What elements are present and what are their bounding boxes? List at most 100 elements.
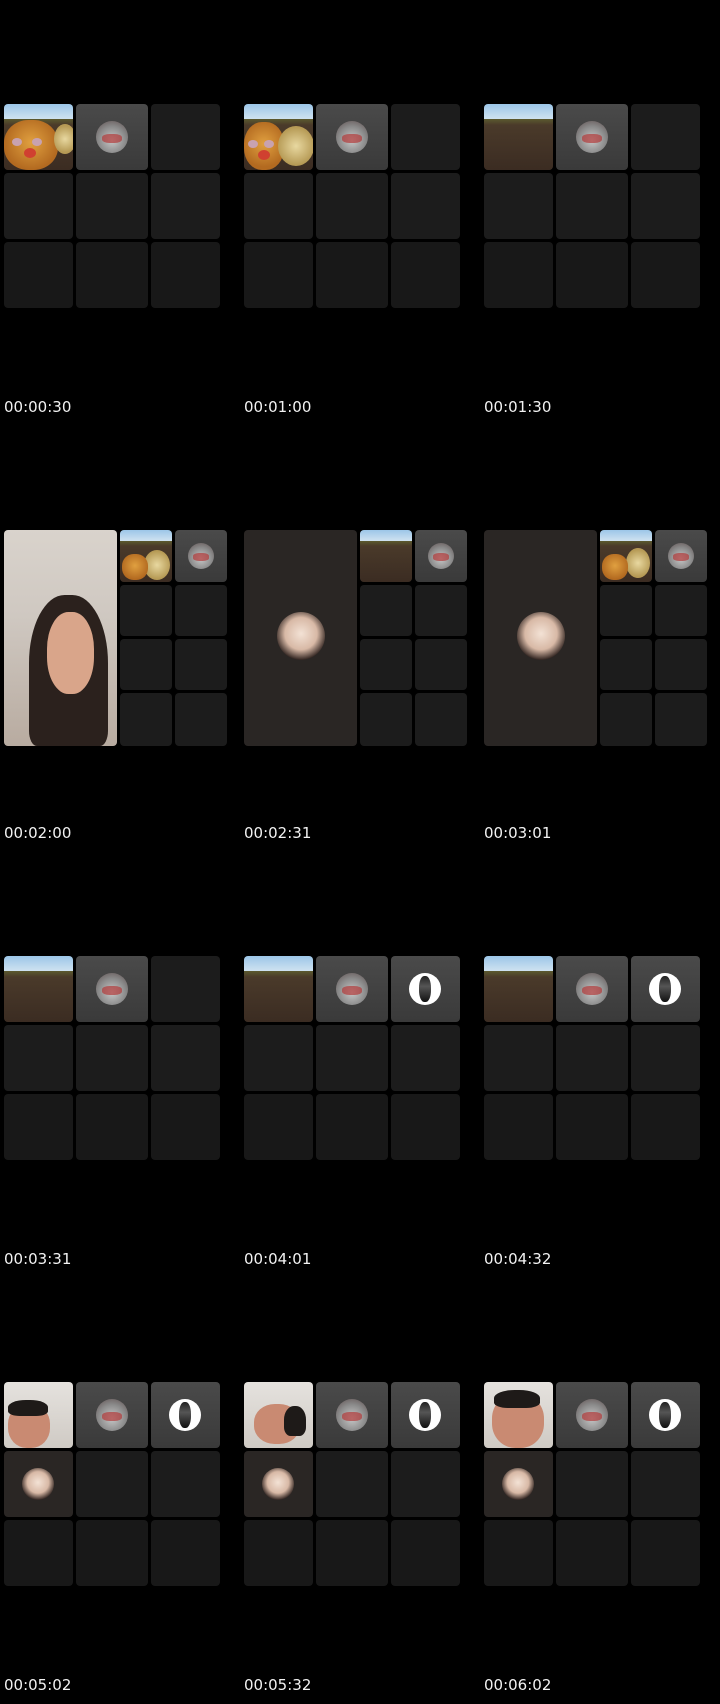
call-grid [4, 104, 238, 320]
participant-tile[interactable] [316, 1382, 388, 1448]
participant-tile-game[interactable] [244, 956, 313, 1022]
empty-tile [391, 173, 460, 239]
avatar-icon [169, 1399, 201, 1431]
participant-tile-speaker[interactable] [484, 530, 597, 746]
participant-tile-game[interactable] [600, 530, 652, 582]
empty-tile [556, 1025, 628, 1091]
empty-tile [360, 693, 412, 746]
timestamp: 00:00:30 [4, 398, 72, 416]
empty-tile [391, 242, 460, 308]
frame-4: 00:02:00 [0, 426, 240, 852]
avatar-icon [336, 1399, 368, 1431]
avatar-icon [96, 973, 128, 1005]
empty-tile [4, 1025, 73, 1091]
participant-tile[interactable] [556, 1382, 628, 1448]
empty-tile [600, 585, 652, 636]
participant-tile[interactable] [316, 104, 388, 170]
participant-tile-game[interactable] [244, 104, 313, 170]
participant-tile-camera[interactable] [4, 1382, 73, 1448]
participant-tile[interactable] [76, 1382, 148, 1448]
frame-8: 00:04:01 [240, 852, 480, 1278]
empty-tile [151, 1451, 220, 1517]
timestamp: 00:05:32 [244, 1676, 312, 1694]
empty-tile [391, 1025, 460, 1091]
participant-tile[interactable] [76, 956, 148, 1022]
participant-tile-game[interactable] [484, 956, 553, 1022]
empty-tile [120, 585, 172, 636]
participant-tile-camera[interactable] [484, 1382, 553, 1448]
empty-tile [316, 1451, 388, 1517]
empty-tile [631, 104, 700, 170]
timestamp: 00:02:31 [244, 824, 312, 842]
participant-tile[interactable] [244, 1451, 313, 1517]
empty-tile [556, 1451, 628, 1517]
empty-tile [631, 1025, 700, 1091]
participant-tile[interactable] [151, 1382, 220, 1448]
empty-tile [76, 242, 148, 308]
hair [494, 1390, 540, 1408]
participant-tile[interactable] [484, 1451, 553, 1517]
timestamp: 00:02:00 [4, 824, 72, 842]
empty-tile [631, 242, 700, 308]
frame-3: 00:01:30 [480, 0, 720, 426]
participant-tile[interactable] [556, 956, 628, 1022]
call-grid [484, 956, 718, 1172]
participant-tile[interactable] [4, 1451, 73, 1517]
participant-tile[interactable] [175, 530, 227, 582]
frame-12: 00:06:02 [480, 1278, 720, 1704]
call-grid [244, 104, 478, 320]
empty-tile [484, 173, 553, 239]
avatar-icon [336, 121, 368, 153]
participant-tile-game[interactable] [360, 530, 412, 582]
participant-tile-game[interactable] [120, 530, 172, 582]
participant-tile[interactable] [415, 530, 467, 582]
participant-tile[interactable] [631, 1382, 700, 1448]
participant-tile-camera[interactable] [244, 1382, 313, 1448]
avatar-icon [649, 1399, 681, 1431]
empty-tile [484, 1520, 553, 1586]
empty-tile [631, 1094, 700, 1160]
empty-tile [556, 242, 628, 308]
frame-9: 00:04:32 [480, 852, 720, 1278]
participant-tile-game[interactable] [484, 104, 553, 170]
empty-tile [244, 1025, 313, 1091]
timestamp: 00:04:32 [484, 1250, 552, 1268]
participant-tile[interactable] [655, 530, 707, 582]
empty-tile [244, 173, 313, 239]
empty-tile [316, 1025, 388, 1091]
empty-tile [151, 1094, 220, 1160]
participant-tile-speaker[interactable] [244, 530, 357, 746]
empty-tile [484, 1025, 553, 1091]
empty-tile [76, 173, 148, 239]
participant-tile-game[interactable] [4, 104, 73, 170]
avatar-icon [409, 973, 441, 1005]
empty-tile [151, 104, 220, 170]
empty-tile [415, 585, 467, 636]
empty-tile [631, 173, 700, 239]
empty-tile [244, 1094, 313, 1160]
empty-tile [244, 1520, 313, 1586]
empty-tile [391, 1451, 460, 1517]
participant-tile[interactable] [391, 956, 460, 1022]
participant-tile-speaker[interactable] [4, 530, 117, 746]
empty-tile [316, 1094, 388, 1160]
participant-tile[interactable] [316, 956, 388, 1022]
empty-tile [151, 1520, 220, 1586]
frame-5: 00:02:31 [240, 426, 480, 852]
participant-tile-game[interactable] [4, 956, 73, 1022]
empty-tile [151, 1025, 220, 1091]
empty-tile [391, 104, 460, 170]
call-grid [484, 1382, 718, 1598]
hair [8, 1400, 48, 1416]
call-grid [4, 1382, 238, 1598]
avatar-icon [277, 612, 325, 660]
avatar-icon [517, 612, 565, 660]
participant-tile[interactable] [631, 956, 700, 1022]
timestamp: 00:01:00 [244, 398, 312, 416]
participant-tile[interactable] [556, 104, 628, 170]
timestamp: 00:04:01 [244, 1250, 312, 1268]
call-grid [244, 530, 478, 746]
participant-tile[interactable] [391, 1382, 460, 1448]
participant-tile[interactable] [76, 104, 148, 170]
empty-tile [316, 1520, 388, 1586]
